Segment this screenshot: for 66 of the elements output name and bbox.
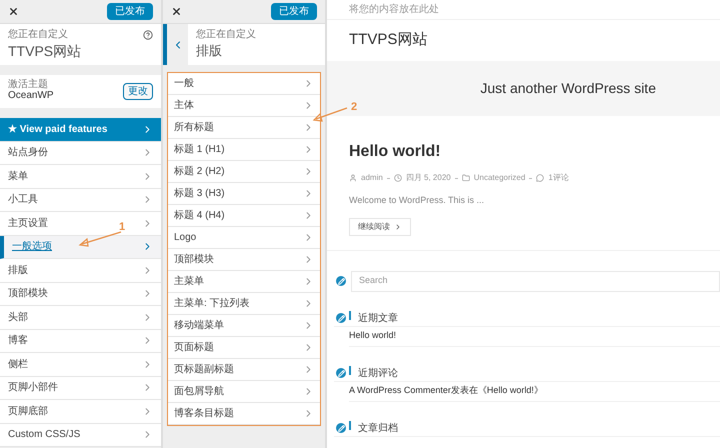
post-date: 四月 5, 2020 [406,172,451,184]
section-item[interactable]: 移动端菜单 [168,315,320,337]
site-title: TTVPS网站 [8,43,82,60]
section-item[interactable]: 面包屑导航 [168,381,320,403]
comment-icon [536,174,544,182]
edit-icon[interactable] [334,421,348,435]
theme-label: 激活主题 [8,80,49,90]
section-item[interactable]: 排版 [0,259,161,282]
post-title[interactable]: Hello world! [349,142,698,162]
section-item[interactable]: 主菜单 [168,271,320,293]
back-button[interactable] [163,24,188,65]
section-item[interactable]: ★ View paid features [0,118,161,142]
annotation-label: 2 [351,100,358,115]
theme-name: OceanWP [8,90,54,103]
publish-button[interactable]: 已发布 [107,3,153,20]
section-item[interactable]: Logo [168,227,320,249]
folder-icon [462,174,470,182]
section-item[interactable]: 一般 [168,73,320,95]
section-item[interactable]: 站点身份 [0,142,161,165]
chevron-icon [394,222,402,230]
section-item[interactable]: 博客 [0,330,161,353]
section-item[interactable]: 主菜单: 下拉列表 [168,293,320,315]
section-item[interactable]: 头部 [0,306,161,330]
section-item[interactable]: 博客条目标题 [168,403,320,425]
section-item[interactable]: 标题 2 (H2) [168,161,320,183]
change-theme-button[interactable]: 更改 [123,83,153,100]
post-excerpt: Welcome to WordPress. This is ... [349,194,486,207]
clock-icon [394,174,402,182]
section-item[interactable]: Custom CSS/JS [0,424,161,447]
section-item[interactable]: 页面标题 [168,337,320,359]
customizing-label: 您正在自定义 [8,30,68,40]
user-icon [349,174,357,182]
widget-link[interactable]: Hello world! [349,326,720,346]
section-item[interactable]: 主体 [168,95,320,117]
edit-icon[interactable] [334,366,348,380]
customizing-label: 您正在自定义 [196,30,256,40]
section-item[interactable]: 标题 1 (H1) [168,139,320,161]
top-notice: 将您的内容放在此处 [327,0,720,20]
section-item[interactable]: 标题 3 (H3) [168,183,320,205]
widget-title: 近期评论 [358,366,398,380]
section-item[interactable]: 小工具 [0,188,161,212]
section-item[interactable]: 菜单 [0,165,161,188]
widget-title: 近期文章 [358,312,398,326]
section-item[interactable]: 标题 4 (H4) [168,205,320,227]
section-item[interactable]: 顶部模块 [168,249,320,271]
annotation-label: 1 [119,220,126,235]
section-item[interactable]: 页脚小部件 [0,376,161,400]
annotation-arrow [78,231,122,248]
site-tagline: Just another WordPress site [480,79,656,98]
widget-link[interactable]: A WordPress Commenter发表在《Hello world!》 [349,382,720,402]
publish-button[interactable]: 已发布 [271,3,317,20]
close-icon[interactable] [171,6,182,17]
site-title[interactable]: TTVPS网站 [327,20,720,61]
read-more-button[interactable]: 继续阅读 [349,218,411,236]
widget-title: 文章归档 [358,422,398,436]
section-item[interactable]: 侧栏 [0,353,161,376]
section-item[interactable]: 顶部模块 [0,282,161,306]
help-icon[interactable] [143,30,153,40]
section-title: 排版 [196,43,223,60]
section-item[interactable]: 页脚底部 [0,400,161,424]
section-item[interactable]: 一般选项 [0,236,161,259]
close-icon[interactable] [8,6,19,17]
section-item[interactable]: 所有标题 [168,117,320,139]
section-item[interactable]: 页标题副标题 [168,359,320,381]
edit-icon[interactable] [334,274,348,288]
edit-icon[interactable] [334,311,348,325]
